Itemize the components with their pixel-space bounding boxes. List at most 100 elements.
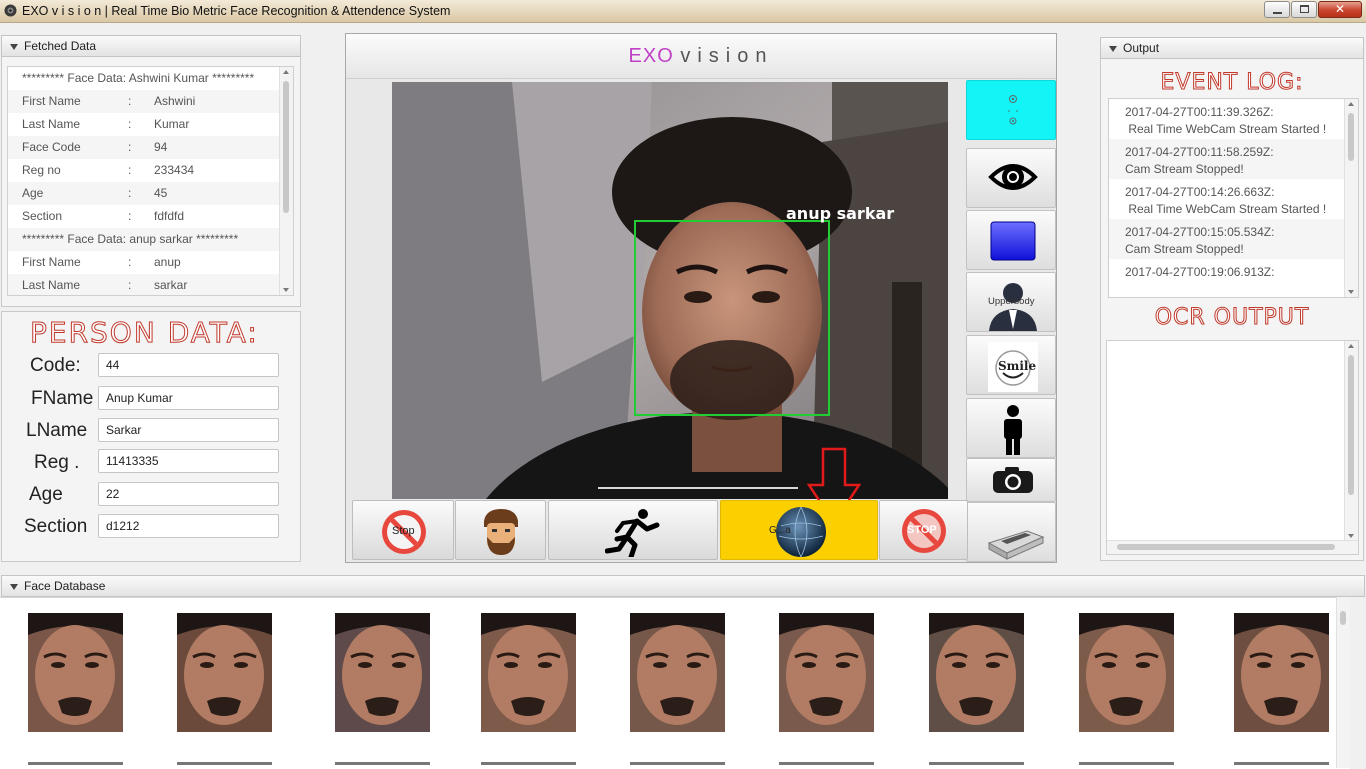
minimize-button[interactable] [1264,1,1290,18]
eye-detect-button[interactable] [966,148,1056,208]
face-thumbnail-edge [177,762,272,765]
event-log-scrollbar[interactable] [1344,99,1358,297]
field-value: fdfdfd [154,209,185,223]
full-body-button[interactable] [966,398,1056,458]
scroll-down-icon[interactable] [1348,290,1354,294]
face-thumbnail[interactable] [929,613,1024,732]
record-field[interactable]: First Name: Ashwini [8,90,293,113]
scroll-down-icon[interactable] [283,288,289,292]
window-title: EXO v i s i o n | Real Time Bio Metric F… [22,4,451,18]
camera-capture-button[interactable] [966,458,1056,502]
scroll-thumb[interactable] [1117,544,1335,550]
face-thumbnail[interactable] [28,613,123,732]
blue-square-button[interactable] [966,210,1056,270]
ocr-output-title: OCR OUTPUT [1154,305,1310,331]
lname-input[interactable] [98,418,279,442]
fetched-scrollbar[interactable] [279,67,293,295]
face-landmarks-button[interactable] [966,80,1056,140]
event-message: Cam Stream Stopped! [1125,162,1244,176]
scroll-thumb[interactable] [283,81,289,213]
running-man-icon [605,509,660,557]
field-separator: : [128,163,132,177]
upperbody-button[interactable]: Upperbody [966,272,1056,332]
scanner-icon [987,530,1045,560]
face-thumbnail-edge [929,762,1024,765]
ocr-hscrollbar[interactable] [1107,540,1358,554]
collapse-triangle-icon [10,584,18,590]
detected-name-label: anup sarkar [786,204,895,223]
maximize-icon [1300,5,1309,13]
output-header[interactable]: Output [1100,37,1364,59]
field-key: First Name [22,255,81,269]
close-icon: ✕ [1334,2,1346,16]
globe-button-label: G...a [769,525,791,536]
maximize-button[interactable] [1291,1,1317,18]
stop-all-button[interactable]: STOP [879,500,968,560]
face-database-scrollbar[interactable] [1336,597,1350,768]
field-separator: : [128,255,132,269]
ocr-vscrollbar[interactable] [1344,341,1358,541]
record-field[interactable]: Reg no: 233434 [8,159,293,182]
minimize-icon [1273,12,1282,14]
event-timestamp: 2017-04-27T00:11:39.326Z: [1125,105,1274,119]
fetched-data-list[interactable]: ********* Face Data: Ashwini Kumar *****… [7,66,294,296]
person-icon [1004,405,1022,455]
fname-input[interactable] [98,386,279,410]
scroll-up-icon[interactable] [283,70,289,74]
record-field[interactable]: Last Name: sarkar [8,274,293,295]
record-field[interactable]: Age: 45 [8,182,293,205]
event-log-entry[interactable]: 2017-04-27T00:11:39.326Z: Real Time WebC… [1109,99,1358,139]
record-field[interactable]: First Name: anup [8,251,293,274]
face-thumbnail[interactable] [177,613,272,732]
eye-icon [988,164,1038,190]
scroll-thumb[interactable] [1348,355,1354,495]
field-key: Section [22,209,63,223]
app-icon [4,4,17,17]
section-label: Section [24,516,88,537]
webcam-frame [392,82,948,499]
record-header[interactable]: ********* Face Data: anup sarkar *******… [8,228,293,251]
record-field[interactable]: Face Code: 94 [8,136,293,159]
face-thumbnail[interactable] [1079,613,1174,732]
face-thumbnail[interactable] [481,613,576,732]
face-thumbnail[interactable] [630,613,725,732]
event-log-entry[interactable]: 2017-04-27T00:15:05.534Z: Cam Stream Stop… [1109,219,1358,259]
face-thumbnail[interactable] [335,613,430,732]
scroll-up-icon[interactable] [1348,344,1354,348]
scroll-thumb[interactable] [1348,113,1354,161]
face-profile-button[interactable] [455,500,546,560]
event-log-list[interactable]: 2017-04-27T00:11:39.326Z: Real Time WebC… [1108,98,1359,298]
webcam-feed[interactable]: anup sarkar [392,82,948,499]
scroll-thumb[interactable] [1340,611,1346,625]
smile-button[interactable]: Smile [966,335,1056,395]
field-value: 94 [154,140,168,154]
code-input[interactable] [98,353,279,377]
field-separator: : [128,209,132,223]
record-header[interactable]: ********* Face Data: Ashwini Kumar *****… [8,67,293,90]
fetched-data-header[interactable]: Fetched Data [1,35,301,57]
scroll-down-icon[interactable] [1348,534,1354,538]
record-field[interactable]: Section: fdfdfd [8,205,293,228]
smile-icon: Smile [988,342,1038,392]
event-log-entry[interactable]: 2017-04-27T00:14:26.663Z: Real Time WebC… [1109,179,1358,219]
scroll-up-icon[interactable] [1348,102,1354,106]
event-log-entry[interactable]: 2017-04-27T00:11:58.259Z: Cam Stream Stop… [1109,139,1358,179]
reg-input[interactable] [98,449,279,473]
event-log-entry[interactable]: 2017-04-27T00:19:06.913Z: [1109,259,1358,297]
ocr-output-area[interactable] [1106,340,1359,555]
close-button[interactable]: ✕ [1318,1,1362,18]
stop-all-label: STOP [907,524,937,536]
section-input[interactable] [98,514,279,538]
run-button[interactable] [548,500,718,560]
exo-vision-title: EXO vision [346,34,1056,79]
collapse-triangle-icon [10,44,18,50]
stop-button[interactable]: Stop [352,500,454,560]
record-field[interactable]: Last Name: Kumar [8,113,293,136]
age-input[interactable] [98,482,279,506]
face-database-header[interactable]: Face Database [1,575,1365,597]
field-separator: : [128,186,132,200]
globe-button[interactable]: G...a [720,500,878,560]
scanner-button[interactable] [966,502,1056,562]
face-thumbnail[interactable] [779,613,874,732]
face-thumbnail[interactable] [1234,613,1329,732]
